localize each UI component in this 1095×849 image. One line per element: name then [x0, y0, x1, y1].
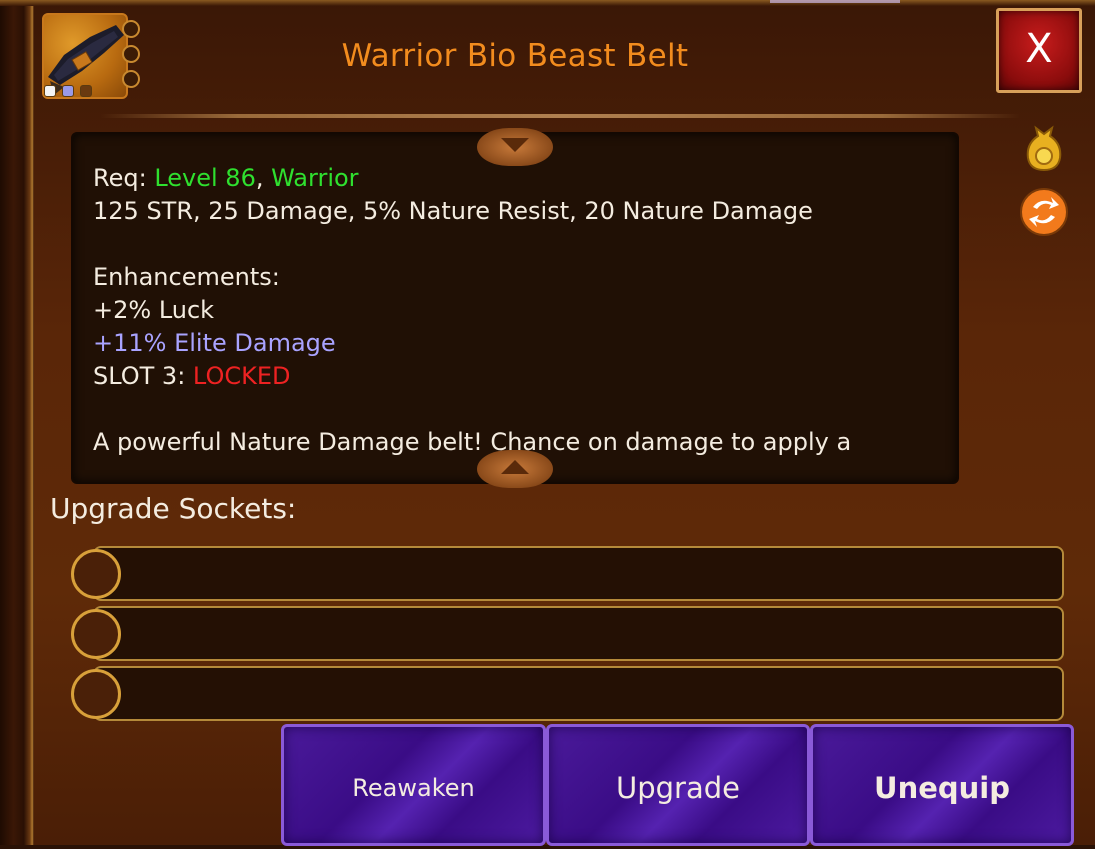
- panel-top-border: [0, 0, 1095, 6]
- socket-slot-icon[interactable]: [71, 669, 121, 719]
- chevron-up-icon: [501, 460, 529, 474]
- slot3-label: SLOT 3:: [93, 362, 193, 390]
- enhancements-label: Enhancements:: [93, 263, 280, 291]
- item-title: Warrior Bio Beast Belt: [341, 38, 689, 74]
- gold-bag-icon[interactable]: [1022, 122, 1066, 172]
- scroll-down-button[interactable]: [477, 128, 553, 166]
- requirement-line: Req: Level 86, Warrior: [93, 162, 943, 195]
- swap-icon[interactable]: [1019, 187, 1069, 237]
- panel-top-highlight: [770, 0, 900, 3]
- enhancement-elite-damage: +11% Elite Damage: [93, 329, 336, 357]
- item-description-panel[interactable]: Req: Level 86, Warrior 125 STR, 25 Damag…: [71, 132, 959, 484]
- slot3-status: LOCKED: [192, 362, 291, 390]
- item-gem-slot: [122, 45, 140, 63]
- requirement-separator: ,: [255, 164, 272, 192]
- socket-slot-icon[interactable]: [71, 549, 121, 599]
- upgrade-sockets-label: Upgrade Sockets:: [50, 492, 297, 525]
- upgrade-button[interactable]: Upgrade: [546, 724, 810, 846]
- rarity-indicator: [80, 85, 92, 97]
- header-divider: [100, 114, 1020, 118]
- panel-left-border: [0, 0, 34, 845]
- unequip-button[interactable]: Unequip: [810, 724, 1074, 846]
- upgrade-socket-row[interactable]: [93, 666, 1064, 721]
- item-gem-slot: [122, 70, 140, 88]
- close-button[interactable]: X: [996, 8, 1082, 93]
- requirement-label: Req:: [93, 164, 155, 192]
- rarity-indicator: [62, 85, 74, 97]
- requirement-level: Level 86: [154, 164, 256, 192]
- stats-line: 125 STR, 25 Damage, 5% Nature Resist, 20…: [93, 197, 813, 225]
- reawaken-button[interactable]: Reawaken: [281, 724, 546, 846]
- slot3-line: SLOT 3: LOCKED: [93, 360, 943, 393]
- scroll-up-button[interactable]: [477, 450, 553, 488]
- socket-slot-icon[interactable]: [71, 609, 121, 659]
- rarity-indicator: [44, 85, 56, 97]
- item-detail-panel: Warrior Bio Beast Belt X Req: Level 86, …: [0, 0, 1095, 846]
- item-description-text: Req: Level 86, Warrior 125 STR, 25 Damag…: [93, 162, 943, 459]
- upgrade-socket-row[interactable]: [93, 606, 1064, 661]
- chevron-down-icon: [501, 138, 529, 152]
- enhancement-luck: +2% Luck: [93, 296, 215, 324]
- requirement-class: Warrior: [271, 164, 359, 192]
- item-gem-slot: [122, 20, 140, 38]
- upgrade-socket-row[interactable]: [93, 546, 1064, 601]
